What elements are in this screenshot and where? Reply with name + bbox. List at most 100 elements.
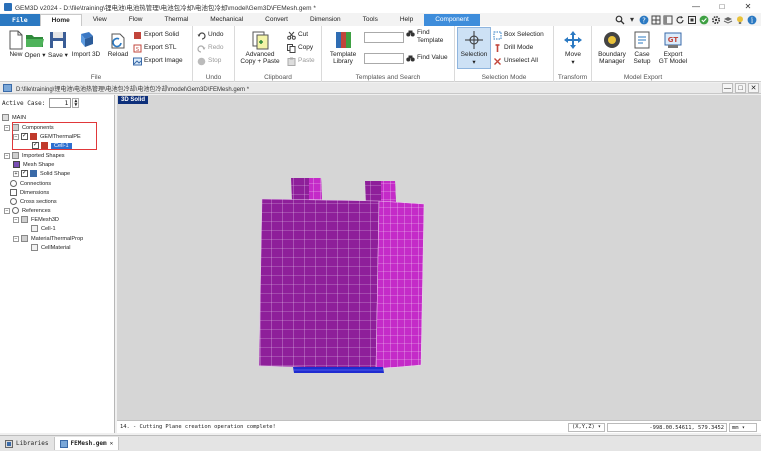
find-value-button[interactable]: Find Value [406, 52, 448, 64]
tree-node-main[interactable]: MAIN [2, 113, 26, 122]
active-case-spinner[interactable]: ▲ ▼ [72, 98, 80, 108]
3d-viewport[interactable]: 3D Solid [117, 95, 761, 420]
refresh-icon[interactable] [675, 15, 685, 25]
layers-icon[interactable] [723, 15, 733, 25]
export-gt-model-button[interactable]: GT Export GT Model [654, 28, 692, 65]
document-restore-button[interactable]: □ [735, 83, 746, 93]
tab-flow[interactable]: Flow [118, 14, 154, 26]
green-check-icon[interactable] [699, 15, 709, 25]
document-minimize-button[interactable]: — [722, 83, 733, 93]
light-icon[interactable] [735, 15, 745, 25]
unit-select[interactable]: mm ▾ [729, 422, 757, 432]
svg-text:?: ? [642, 16, 646, 24]
fit-view-icon[interactable] [687, 15, 697, 25]
maximize-button[interactable]: □ [709, 0, 735, 13]
femesh-cell-icon [31, 225, 38, 232]
tree-node-solid-shape[interactable]: + ✓ Solid Shape [13, 169, 70, 178]
boundary-manager-button[interactable]: Boundary Manager [594, 28, 630, 65]
reload-icon [111, 33, 125, 49]
grid-icon[interactable] [651, 15, 661, 25]
dropdown-icon[interactable]: ▾ [627, 15, 637, 25]
battery-cell-mesh[interactable] [117, 95, 761, 420]
settings-icon[interactable] [711, 15, 721, 25]
export-solid-button[interactable]: Export Solid [133, 29, 179, 41]
material-icon [21, 235, 28, 242]
expand-icon[interactable]: + [13, 170, 19, 177]
redo-button[interactable]: Redo [197, 42, 224, 54]
tree-node-cell-material[interactable]: CellMaterial [31, 243, 71, 252]
collapse-icon[interactable]: − [4, 124, 10, 131]
scissors-icon [287, 31, 296, 40]
import-3d-button[interactable]: Import 3D [70, 28, 102, 58]
collapse-icon[interactable]: − [4, 152, 10, 159]
export-stl-icon: S [133, 44, 142, 53]
tree-node-references[interactable]: − References [4, 206, 51, 215]
advanced-copy-paste-button[interactable]: Advanced Copy + Paste [237, 28, 283, 65]
tab-dimension[interactable]: Dimension [299, 14, 352, 26]
collapse-icon[interactable]: − [13, 235, 19, 242]
cut-button[interactable]: Cut [287, 29, 308, 41]
tree-node-material-thermal-prop[interactable]: − MaterialThermalProp [13, 234, 83, 243]
move-arrows-icon [564, 31, 582, 49]
undo-button[interactable]: Undo [197, 29, 224, 41]
tab-help[interactable]: Help [389, 14, 424, 26]
info-icon[interactable]: i [747, 15, 757, 25]
find-value-input[interactable] [364, 53, 404, 64]
import-3d-icon [81, 32, 93, 47]
collapse-icon[interactable]: − [4, 207, 10, 214]
selection-button[interactable]: Selection ▾ [457, 27, 491, 69]
stop-button[interactable]: Stop [197, 55, 221, 67]
find-template-button[interactable]: Find Template [406, 29, 443, 49]
export-stl-button[interactable]: S Export STL [133, 42, 177, 54]
cell-side-face[interactable] [375, 200, 425, 370]
solid-shape-checkbox[interactable]: ✓ [21, 170, 28, 177]
unselect-all-button[interactable]: Unselect All [493, 55, 538, 67]
cursor-coordinates: -998.00.54611, 579.3452 [607, 422, 727, 432]
tab-tools[interactable]: Tools [352, 14, 389, 26]
selection-cursor-icon [465, 31, 483, 49]
box-selection-button[interactable]: Box Selection [493, 29, 544, 41]
export-gt-model-icon: GT [664, 32, 682, 48]
collapse-icon[interactable]: − [13, 216, 19, 223]
cell-front-face[interactable] [258, 198, 380, 370]
tree-node-imported-shapes[interactable]: − Imported Shapes [4, 151, 65, 160]
find-template-input[interactable] [364, 32, 404, 43]
coordinate-system-select[interactable]: (X,Y,Z) ▾ [568, 422, 605, 432]
tab-femesh-gem[interactable]: FEMesh.gem ✕ [54, 437, 120, 450]
drill-mode-button[interactable]: Drill Mode [493, 42, 533, 54]
tree-node-femesh-cell-1[interactable]: Cell-1 [31, 224, 56, 233]
clipboard-group: Advanced Copy + Paste Cut Copy Paste Cli… [235, 26, 322, 82]
tree-node-cross-sections[interactable]: Cross sections [10, 197, 57, 206]
cell-material-icon [31, 244, 38, 251]
close-button[interactable]: ✕ [735, 0, 761, 13]
imported-shapes-folder-icon [12, 152, 19, 159]
file-group-label: File [90, 74, 102, 81]
document-window-controls: — □ ✕ [722, 83, 759, 93]
search-icon[interactable] [615, 15, 625, 25]
active-case-input[interactable]: 1 [49, 98, 72, 108]
tab-component[interactable]: Component [424, 14, 480, 26]
tab-convert[interactable]: Convert [254, 14, 299, 26]
tree-node-dimensions[interactable]: Dimensions [10, 188, 49, 197]
reload-button[interactable]: Reload [102, 28, 134, 58]
template-library-button[interactable]: Template Library [324, 28, 362, 65]
copy-button[interactable]: Copy [287, 42, 313, 54]
tab-file[interactable]: File [0, 14, 40, 26]
help-icon[interactable]: ? [639, 15, 649, 25]
tree-node-femesh3d[interactable]: − FEMesh3D [13, 215, 59, 224]
paste-button[interactable]: Paste [287, 55, 315, 67]
tree-node-mesh-shape[interactable]: Mesh Shape [13, 160, 54, 169]
tab-view[interactable]: View [82, 14, 118, 26]
tab-thermal[interactable]: Thermal [153, 14, 199, 26]
document-close-button[interactable]: ✕ [748, 83, 759, 93]
tab-home[interactable]: Home [39, 14, 82, 26]
layout-icon[interactable] [663, 15, 673, 25]
tree-node-connections[interactable]: Connections [10, 179, 51, 188]
minimize-button[interactable]: — [683, 0, 709, 13]
tab-libraries[interactable]: Libraries [0, 437, 55, 450]
close-tab-icon[interactable]: ✕ [110, 437, 114, 450]
export-image-button[interactable]: Export Image [133, 55, 183, 67]
active-case-label: Active Case: [2, 99, 46, 107]
tab-mechanical[interactable]: Mechanical [199, 14, 254, 26]
move-button[interactable]: Move ▾ [557, 28, 589, 66]
